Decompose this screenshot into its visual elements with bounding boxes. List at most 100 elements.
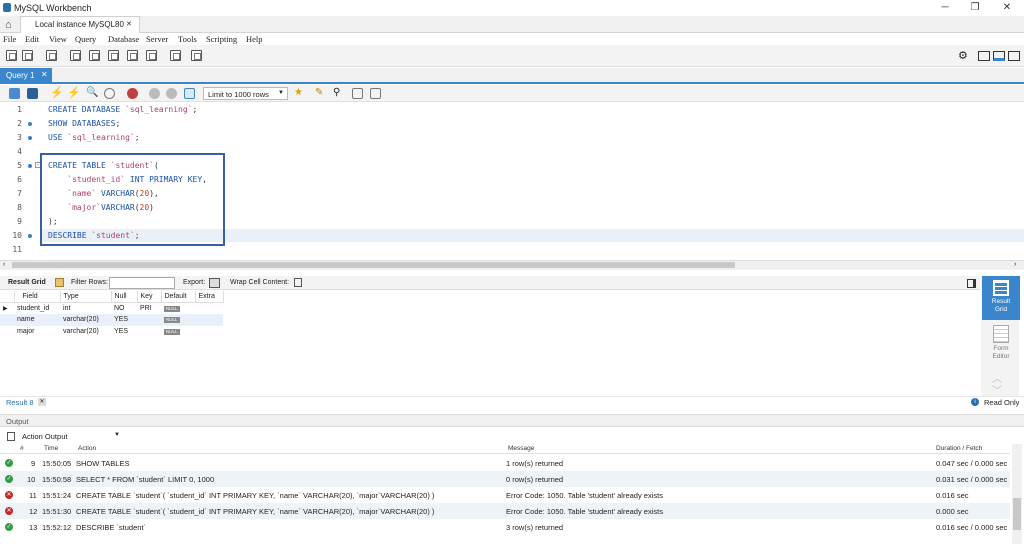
cell-type[interactable]: varchar(20) — [60, 326, 111, 338]
table-row[interactable]: ▶ student_id int NO PRI NULL — [0, 303, 223, 315]
cell-extra[interactable] — [195, 314, 223, 326]
column-header[interactable]: Default — [161, 291, 196, 303]
scroll-thumb[interactable] — [12, 262, 735, 268]
cell-extra[interactable] — [195, 303, 223, 315]
create-table-icon[interactable] — [89, 50, 100, 61]
find-icon[interactable]: ⚲ — [333, 87, 344, 98]
copy-icon[interactable] — [7, 432, 15, 441]
commit-icon[interactable] — [149, 88, 160, 99]
cell-field[interactable]: name — [14, 314, 60, 326]
menu-query[interactable]: Query — [75, 34, 96, 44]
scroll-right-icon[interactable]: › — [1014, 261, 1016, 268]
toggle-sidebar-icon[interactable] — [978, 51, 990, 61]
table-row[interactable]: major varchar(20) YES NULL — [0, 326, 223, 338]
maximize-icon[interactable]: ❐ — [968, 2, 982, 13]
autocommit-icon[interactable] — [184, 88, 195, 99]
beautify-icon[interactable]: ★ — [294, 87, 305, 98]
cell-key[interactable] — [137, 314, 161, 326]
result-grid-label[interactable]: Result Grid — [8, 279, 46, 286]
cell-null[interactable]: YES — [111, 326, 137, 338]
invisible-chars-icon[interactable] — [352, 88, 363, 99]
scroll-left-icon[interactable]: ‹ — [3, 261, 5, 268]
cell-type[interactable]: int — [60, 303, 111, 315]
cell-type[interactable]: varchar(20) — [60, 314, 111, 326]
explain-icon[interactable]: 🔍 — [86, 87, 98, 98]
chevron-down-icon[interactable]: ﹀ — [992, 382, 1002, 397]
wrap-cell-icon[interactable] — [294, 278, 302, 287]
close-query-tab-icon[interactable]: ✕ — [41, 70, 48, 79]
execute-current-icon[interactable]: ⚡ — [67, 86, 81, 99]
menu-file[interactable]: File — [3, 34, 16, 44]
filter-rows-input[interactable] — [109, 277, 175, 289]
cell-key[interactable]: PRI — [137, 303, 161, 315]
panel-layout-icon[interactable] — [967, 279, 976, 288]
settings-gear-icon[interactable]: ⚙ — [958, 49, 968, 62]
cell-field[interactable]: major — [14, 326, 60, 338]
search-table-data-icon[interactable] — [170, 50, 181, 61]
cell-default[interactable]: NULL — [161, 303, 195, 315]
close-icon[interactable]: ✕ — [1000, 2, 1014, 13]
reconnect-icon[interactable] — [191, 50, 202, 61]
limit-rows-select[interactable]: Limit to 1000 rows ▼ — [203, 87, 288, 100]
cell-default[interactable]: NULL — [161, 314, 195, 326]
result-tab[interactable]: Result 8 — [6, 398, 34, 407]
export-icon[interactable] — [209, 278, 220, 288]
execute-icon[interactable]: ⚡ — [50, 86, 64, 99]
menu-tools[interactable]: Tools — [178, 34, 197, 44]
menu-help[interactable]: Help — [246, 34, 263, 44]
close-result-tab-icon[interactable]: ✕ — [38, 398, 46, 406]
create-function-icon[interactable] — [146, 50, 157, 61]
home-icon[interactable]: ⌂ — [5, 19, 12, 31]
output-row[interactable]: ✕ 11 15:51:24 CREATE TABLE `student`( `s… — [0, 487, 1010, 503]
cell-null[interactable]: NO — [111, 303, 137, 315]
column-header[interactable]: Field — [14, 291, 61, 303]
cell-extra[interactable] — [195, 326, 223, 338]
col-message[interactable]: Message — [508, 445, 534, 452]
cell-key[interactable] — [137, 326, 161, 338]
result-grid-side-button[interactable]: Result Grid — [982, 276, 1020, 320]
cell-default[interactable]: NULL — [161, 326, 195, 338]
form-editor-side-button[interactable]: Form Editor — [982, 323, 1020, 363]
toggle-continue-on-error-icon[interactable] — [127, 88, 138, 99]
stop-icon[interactable] — [104, 88, 115, 99]
column-header[interactable]: Type — [60, 291, 112, 303]
output-row[interactable]: ✕ 12 15:51:30 CREATE TABLE `student`( `s… — [0, 503, 1010, 519]
column-header[interactable]: Key — [137, 291, 162, 303]
output-row[interactable]: ✓ 13 15:52:12 DESCRIBE `student` 3 row(s… — [0, 519, 1010, 535]
menu-database[interactable]: Database — [108, 34, 139, 44]
inspector-icon[interactable] — [46, 50, 57, 61]
col-time[interactable]: Time — [44, 445, 58, 452]
toggle-output-icon[interactable] — [993, 51, 1005, 61]
toggle-secondary-sidebar-icon[interactable] — [1008, 51, 1020, 61]
table-row[interactable]: name varchar(20) YES NULL — [0, 314, 223, 326]
create-schema-icon[interactable] — [70, 50, 81, 61]
wrap-lines-icon[interactable] — [370, 88, 381, 99]
new-sql-tab-icon[interactable] — [6, 50, 17, 61]
format-brush-icon[interactable]: ✎ — [315, 87, 326, 98]
menu-server[interactable]: Server — [146, 34, 168, 44]
column-header[interactable]: Null — [111, 291, 138, 303]
menu-edit[interactable]: Edit — [25, 34, 39, 44]
create-view-icon[interactable] — [108, 50, 119, 61]
close-tab-icon[interactable]: ✕ — [126, 20, 132, 28]
rollback-icon[interactable] — [166, 88, 177, 99]
open-file-icon[interactable] — [9, 88, 20, 99]
col-duration[interactable]: Duration / Fetch — [936, 445, 982, 452]
open-sql-file-icon[interactable] — [22, 50, 33, 61]
minimize-icon[interactable]: ─ — [938, 2, 952, 13]
create-procedure-icon[interactable] — [127, 50, 138, 61]
save-icon[interactable] — [27, 88, 38, 99]
cell-null[interactable]: YES — [111, 314, 137, 326]
cell-field[interactable]: student_id — [14, 303, 60, 315]
menu-view[interactable]: View — [49, 34, 67, 44]
query-tab[interactable]: Query 1 ✕ — [0, 68, 52, 83]
output-row[interactable]: ✓ 10 15:50:58 SELECT * FROM `student` LI… — [0, 471, 1010, 487]
action-output-select[interactable]: Action Output ▼ — [0, 429, 1024, 443]
menu-scripting[interactable]: Scripting — [206, 34, 237, 44]
col-action[interactable]: Action — [78, 445, 96, 452]
output-row[interactable]: ✓ 9 15:50:05 SHOW TABLES 1 row(s) return… — [0, 455, 1010, 471]
column-header[interactable]: Extra — [195, 291, 224, 303]
col-num[interactable]: # — [20, 445, 24, 452]
connection-tab[interactable]: Local instance MySQL80 ✕ — [20, 16, 140, 33]
scroll-thumb[interactable] — [1013, 498, 1021, 530]
